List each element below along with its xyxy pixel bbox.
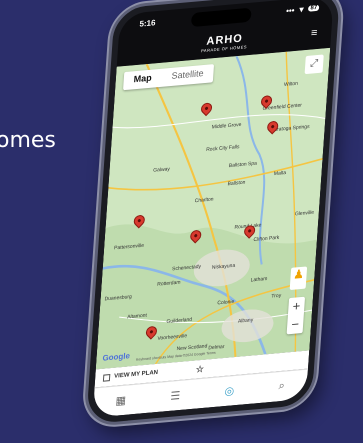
tab-map[interactable]: Map — [123, 69, 162, 91]
battery-icon: 87 — [308, 4, 320, 12]
map-label: Troy — [271, 292, 282, 300]
view-my-plan-label[interactable]: VIEW MY PLAN — [114, 370, 158, 380]
map-view[interactable]: Map Satellite ⤢ Wilton Greenfield Center… — [95, 47, 331, 370]
phone-screen: 5:16 ••• ▼ 87 ARHO PARADE OF HOMES ≡ Map… — [92, 0, 334, 418]
hamburger-menu-icon[interactable]: ≡ — [311, 27, 318, 40]
signal-icon: ••• — [285, 5, 295, 16]
map-label: Malta — [273, 170, 287, 178]
side-text: omes — [0, 128, 56, 153]
list-icon[interactable]: ☰ — [170, 389, 181, 403]
wifi-icon: ▼ — [297, 4, 306, 15]
phone-mockup: 5:16 ••• ▼ 87 ARHO PARADE OF HOMES ≡ Map… — [82, 0, 344, 428]
fullscreen-icon[interactable]: ⤢ — [304, 54, 324, 75]
status-icons: ••• ▼ 87 — [286, 3, 320, 15]
app-logo[interactable]: ARHO PARADE OF HOMES — [201, 32, 248, 53]
view-my-plan-checkbox[interactable] — [102, 373, 111, 382]
zoom-out-button[interactable]: − — [287, 315, 304, 335]
grid-icon[interactable]: ▦ — [115, 394, 126, 408]
street-view-pegman-icon[interactable]: ♟ — [289, 266, 308, 291]
star-icon[interactable]: ☆ — [195, 363, 205, 375]
map-pin-icon[interactable]: ◎ — [224, 384, 234, 398]
status-time: 5:16 — [139, 17, 156, 29]
zoom-controls: + − — [286, 296, 306, 335]
map-label: Wilton — [283, 80, 299, 89]
zoom-in-button[interactable]: + — [288, 297, 305, 317]
search-icon[interactable]: ⌕ — [278, 380, 285, 394]
